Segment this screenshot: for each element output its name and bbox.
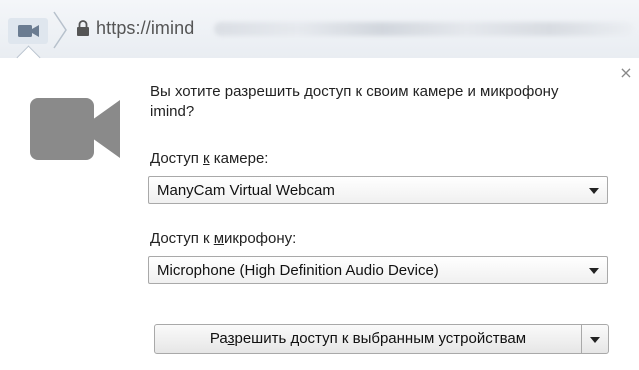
camera-permission-chip[interactable] bbox=[8, 18, 52, 44]
chevron-separator-icon bbox=[52, 10, 68, 50]
address-bar: https://imind bbox=[0, 0, 639, 59]
microphone-access-label: Доступ к микрофону: bbox=[150, 230, 297, 247]
blurred-url-remainder bbox=[214, 22, 634, 36]
permission-question: Вы хотите разрешить доступ к своим камер… bbox=[150, 83, 559, 120]
chevron-down-icon bbox=[589, 268, 599, 274]
chevron-down-icon bbox=[590, 337, 600, 343]
microphone-selected-value: Microphone (High Definition Audio Device… bbox=[157, 262, 439, 279]
media-permission-infobar: × Вы хотите разрешить доступ к своим кам… bbox=[0, 45, 639, 370]
lock-icon bbox=[76, 20, 90, 36]
allow-options-dropdown-button[interactable] bbox=[581, 324, 609, 354]
chevron-down-icon bbox=[589, 188, 599, 194]
url-text[interactable]: https://imind bbox=[96, 18, 194, 39]
camera-access-label: Доступ к камере: bbox=[150, 150, 269, 167]
allow-selected-devices-button[interactable]: Разрешить доступ к выбранным устройствам bbox=[154, 324, 582, 354]
camera-icon bbox=[30, 94, 122, 164]
camera-selected-value: ManyCam Virtual Webcam bbox=[157, 182, 335, 199]
microphone-select[interactable]: Microphone (High Definition Audio Device… bbox=[148, 256, 608, 284]
close-icon[interactable]: × bbox=[619, 65, 633, 81]
camera-icon bbox=[8, 18, 48, 44]
camera-select[interactable]: ManyCam Virtual Webcam bbox=[148, 176, 608, 204]
